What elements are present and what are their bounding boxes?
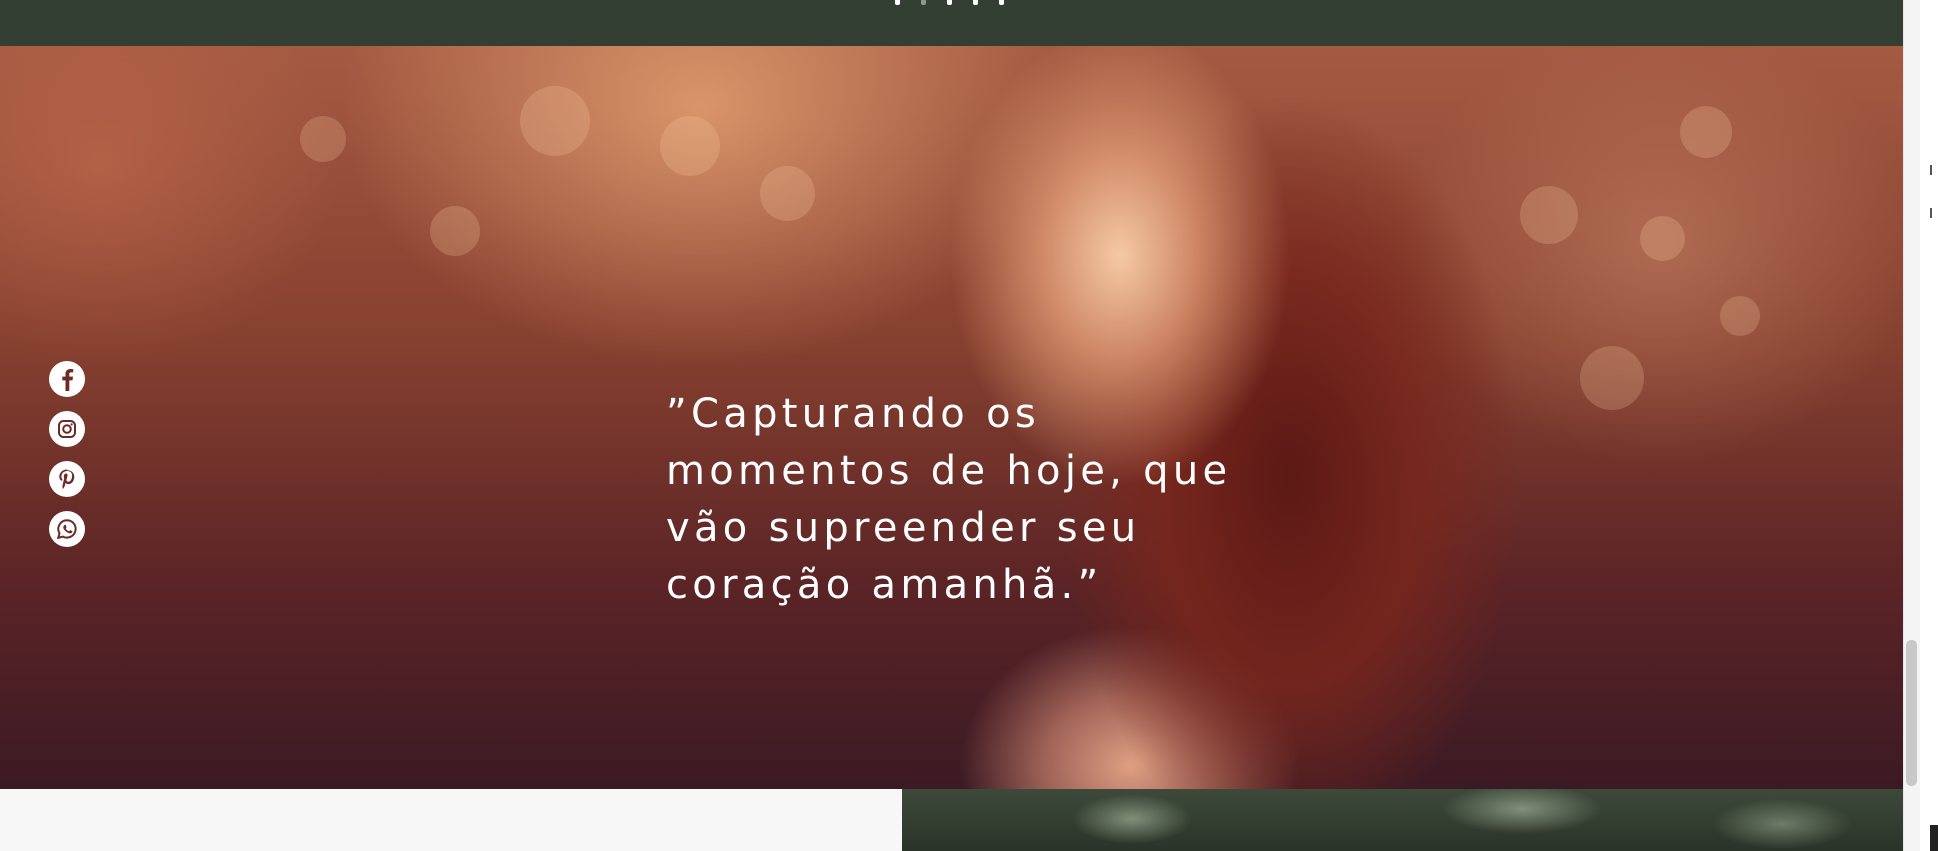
- social-links-bar: [49, 361, 85, 547]
- edge-mark: [1930, 165, 1932, 175]
- facebook-icon[interactable]: [49, 361, 85, 397]
- slide-dot[interactable]: [947, 0, 952, 5]
- slide-dot-active[interactable]: [921, 0, 926, 5]
- hero-quote: ”Capturando os momentos de hoje, que vão…: [666, 391, 1232, 608]
- whatsapp-icon[interactable]: [49, 511, 85, 547]
- pinterest-icon[interactable]: [49, 461, 85, 497]
- edge-mark: [1930, 208, 1932, 218]
- content-section-left: [0, 789, 902, 851]
- scrollbar-thumb[interactable]: [1906, 640, 1917, 786]
- instagram-icon[interactable]: [49, 411, 85, 447]
- slide-dot[interactable]: [973, 0, 978, 5]
- foliage-image: [902, 789, 1903, 851]
- slide-indicator: [895, 0, 1004, 6]
- top-header-bar: [0, 0, 1903, 46]
- slide-dot[interactable]: [999, 0, 1004, 5]
- hero-banner: ”Capturando os momentos de hoje, que vão…: [0, 46, 1903, 789]
- edge-mark: [1930, 825, 1938, 851]
- slide-dot[interactable]: [895, 0, 900, 5]
